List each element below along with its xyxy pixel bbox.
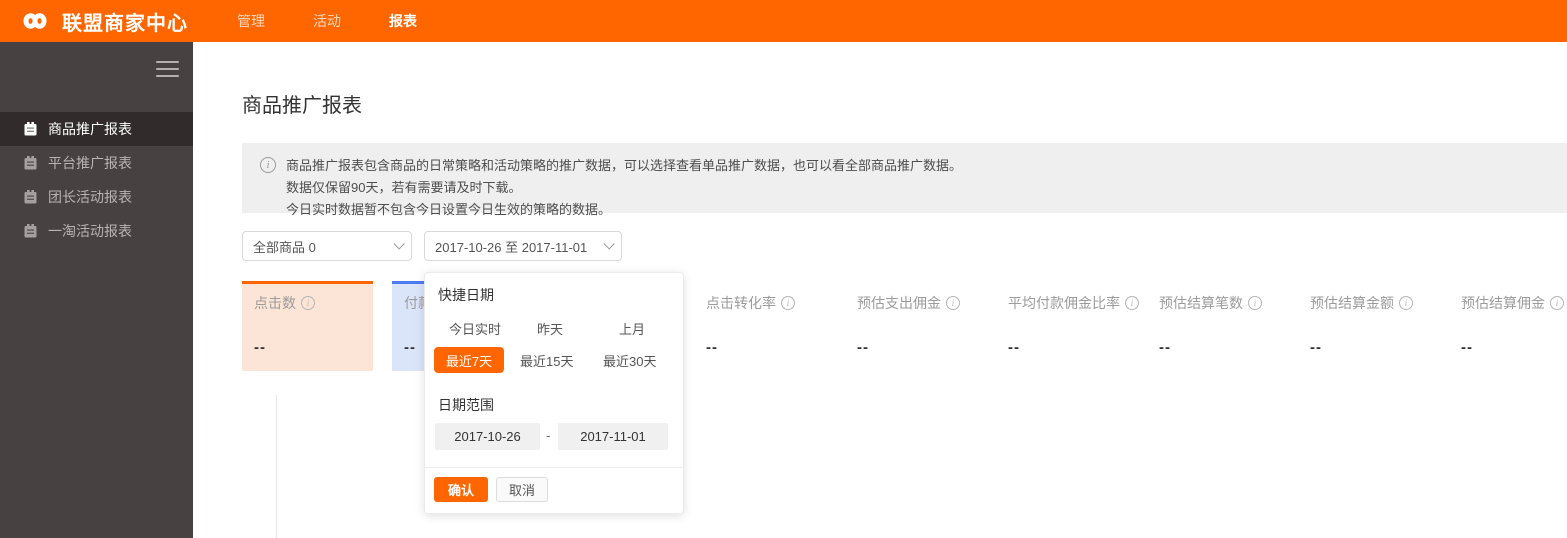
notice-line: 商品推广报表包含商品的日常策略和活动策略的推广数据，可以选择查看单品推广数据，也… [286, 158, 963, 173]
top-navigation: 管理 活动 报表 [237, 0, 417, 42]
panel-divider [425, 467, 683, 468]
metric-card-est-settlement-amount[interactable]: 预估结算金额 i -- [1298, 281, 1429, 371]
notice-line: 数据仅保留90天，若有需要请及时下载。 [286, 180, 522, 195]
metric-label: 预估结算笔数 [1159, 295, 1243, 311]
metric-value: -- [1159, 339, 1171, 356]
notice-banner: i 商品推广报表包含商品的日常策略和活动策略的推广数据，可以选择查看单品推广数据… [242, 143, 1567, 217]
date-picker-panel: 快捷日期 今日实时 昨天 上月 最近7天 最近15天 最近30天 日期范围 20… [424, 272, 684, 514]
metric-card-clicks[interactable]: 点击数 i -- [242, 281, 373, 371]
metric-value: -- [1310, 339, 1322, 356]
info-icon[interactable]: i [1125, 296, 1139, 310]
date-range-select[interactable]: 2017-10-26 至 2017-11-01 [424, 231, 622, 261]
quick-option-today-realtime[interactable]: 今日实时 [449, 319, 501, 338]
sidebar-item-label: 平台推广报表 [48, 155, 132, 171]
report-icon [24, 190, 37, 204]
logo[interactable]: 联盟商家中心 [16, 7, 188, 36]
metric-value: -- [1461, 339, 1473, 356]
confirm-button[interactable]: 确认 [434, 477, 488, 502]
metric-value: -- [1008, 339, 1020, 356]
main-content: 商品推广报表 i 商品推广报表包含商品的日常策略和活动策略的推广数据，可以选择查… [193, 42, 1567, 538]
quick-option-yesterday[interactable]: 昨天 [537, 319, 563, 338]
product-select-value: 全部商品 0 [253, 239, 316, 255]
sidebar-item-leader-activity-report[interactable]: 团长活动报表 [0, 180, 193, 214]
report-icon [24, 156, 37, 170]
metric-label: 预估结算佣金 [1461, 295, 1545, 311]
metric-label: 预估结算金额 [1310, 295, 1394, 311]
sidebar-item-product-report[interactable]: 商品推广报表 [0, 112, 193, 146]
nav-activity[interactable]: 活动 [313, 11, 341, 31]
nav-reports[interactable]: 报表 [389, 11, 417, 31]
metric-card-est-settlement-count[interactable]: 预估结算笔数 i -- [1147, 281, 1278, 371]
sidebar-item-label: 一淘活动报表 [48, 223, 132, 239]
start-date-input[interactable]: 2017-10-26 [435, 423, 540, 450]
product-select[interactable]: 全部商品 0 [242, 231, 412, 261]
cancel-button[interactable]: 取消 [496, 477, 548, 502]
end-date-input[interactable]: 2017-11-01 [558, 423, 668, 450]
chevron-down-icon [393, 238, 405, 250]
metric-card-est-settlement-commission[interactable]: 预估结算佣金 i -- [1449, 281, 1567, 371]
sidebar-menu: 商品推广报表 平台推广报表 团长活动报表 一淘活动报表 [0, 112, 193, 248]
quick-option-last-month[interactable]: 上月 [619, 319, 645, 338]
logo-title: 联盟商家中心 [62, 12, 188, 35]
sidebar-item-label: 团长活动报表 [48, 189, 132, 205]
info-icon[interactable]: i [1248, 296, 1262, 310]
quick-option-last-7-days[interactable]: 最近7天 [434, 347, 504, 373]
metric-label: 平均付款佣金比率 [1008, 295, 1120, 311]
chevron-down-icon [603, 238, 615, 250]
nav-manage[interactable]: 管理 [237, 11, 265, 31]
chart-y-axis-line [276, 395, 277, 538]
quick-date-title: 快捷日期 [438, 287, 494, 303]
notice-text: 商品推广报表包含商品的日常策略和活动策略的推广数据，可以选择查看单品推广数据，也… [286, 155, 963, 217]
sidebar-item-etao-activity-report[interactable]: 一淘活动报表 [0, 214, 193, 248]
metric-label: 预估支出佣金 [857, 295, 941, 311]
alimama-infinity-icon [16, 8, 62, 34]
page-title: 商品推广报表 [242, 95, 362, 117]
sidebar-item-platform-report[interactable]: 平台推广报表 [0, 146, 193, 180]
sidebar-collapse-icon[interactable] [156, 61, 179, 82]
metric-label: 点击数 [254, 295, 296, 311]
info-icon[interactable]: i [301, 296, 315, 310]
metric-label: 点击转化率 [706, 295, 776, 311]
quick-option-last-15-days[interactable]: 最近15天 [520, 347, 573, 373]
info-icon: i [260, 157, 276, 173]
info-icon[interactable]: i [1399, 296, 1413, 310]
report-icon [24, 122, 37, 136]
metric-value: -- [706, 339, 718, 356]
metric-value: -- [857, 339, 869, 356]
metric-card-avg-commission-rate[interactable]: 平均付款佣金比率 i -- [996, 281, 1139, 371]
metric-card-est-commission-paid[interactable]: 预估支出佣金 i -- [845, 281, 976, 371]
sidebar-item-label: 商品推广报表 [48, 121, 132, 137]
metric-value: -- [254, 339, 266, 356]
info-icon[interactable]: i [781, 296, 795, 310]
date-range-title: 日期范围 [438, 397, 494, 413]
app-header: 联盟商家中心 管理 活动 报表 [0, 0, 1567, 42]
notice-line: 今日实时数据暂不包含今日设置今日生效的策略的数据。 [286, 202, 612, 217]
report-icon [24, 224, 37, 238]
date-select-value: 2017-10-26 至 2017-11-01 [435, 239, 588, 255]
quick-option-last-30-days[interactable]: 最近30天 [603, 347, 656, 373]
metric-card-click-conversion[interactable]: 点击转化率 i -- [694, 281, 825, 371]
info-icon[interactable]: i [1550, 296, 1564, 310]
sidebar: 商品推广报表 平台推广报表 团长活动报表 一淘活动报表 [0, 42, 193, 538]
info-icon[interactable]: i [946, 296, 960, 310]
date-range-separator: - [546, 428, 551, 443]
